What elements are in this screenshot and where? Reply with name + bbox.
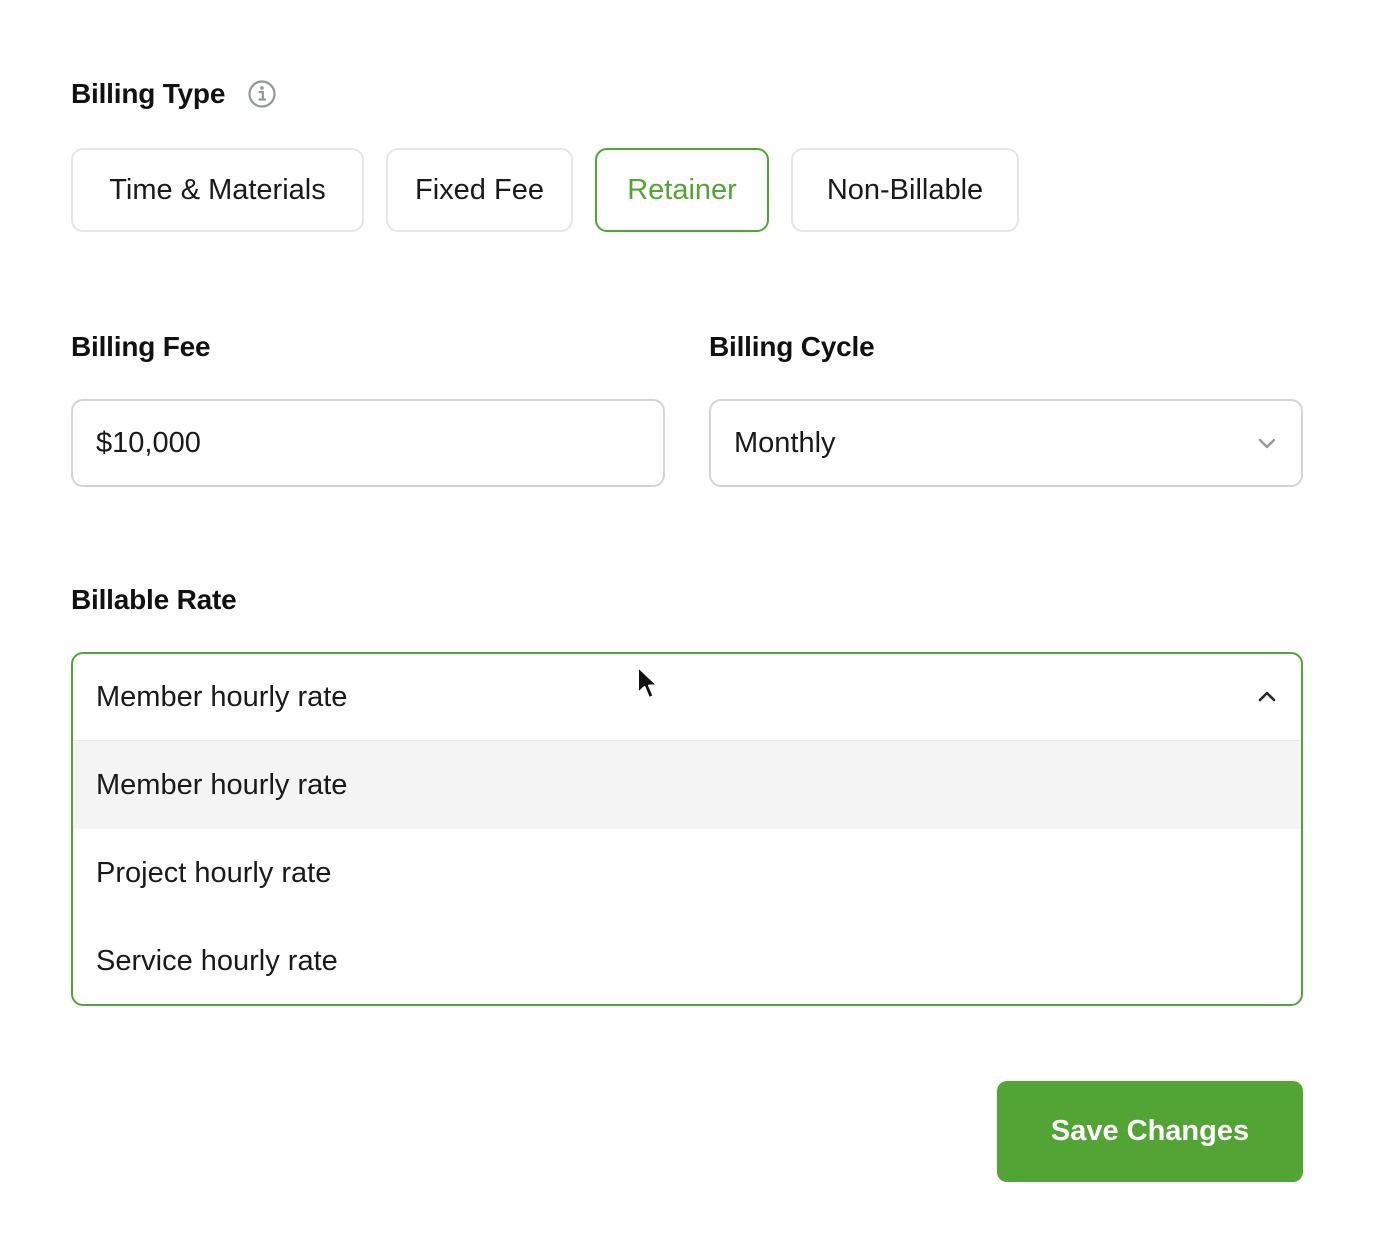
billing-fee-value: $10,000 xyxy=(96,426,201,459)
billing-cycle-value: Monthly xyxy=(734,426,836,459)
billing-cycle-label: Billing Cycle xyxy=(709,331,875,362)
save-changes-button[interactable]: Save Changes xyxy=(997,1081,1303,1182)
option-label: Project hourly rate xyxy=(96,856,332,889)
billing-type-non-billable-button[interactable]: Non-Billable xyxy=(791,148,1019,232)
option-label: Member hourly rate xyxy=(96,768,348,801)
billing-fee-label: Billing Fee xyxy=(71,331,211,362)
option-label: Service hourly rate xyxy=(96,944,338,977)
billing-fee-input[interactable]: $10,000 xyxy=(71,399,665,487)
billing-type-fixed-fee-button[interactable]: Fixed Fee xyxy=(386,148,573,232)
billable-rate-dropdown: Member hourly rate Member hourly rate Pr… xyxy=(71,652,1303,1006)
billable-rate-selected-value: Member hourly rate xyxy=(96,680,348,713)
billable-rate-select[interactable]: Member hourly rate xyxy=(73,654,1301,741)
billable-rate-option-project[interactable]: Project hourly rate xyxy=(73,829,1301,917)
chevron-down-icon xyxy=(1258,438,1276,449)
billing-type-time-materials-button[interactable]: Time & Materials xyxy=(71,148,364,232)
info-icon[interactable] xyxy=(247,79,277,109)
billing-type-retainer-button[interactable]: Retainer xyxy=(595,148,769,232)
billing-type-label: Billing Type xyxy=(71,78,226,109)
chevron-up-icon xyxy=(1258,691,1276,702)
billing-cycle-select[interactable]: Monthly xyxy=(709,399,1303,487)
billable-rate-label: Billable Rate xyxy=(71,584,237,615)
billable-rate-option-service[interactable]: Service hourly rate xyxy=(73,917,1301,1004)
billable-rate-option-member[interactable]: Member hourly rate xyxy=(73,741,1301,829)
mouse-cursor-icon xyxy=(637,666,659,699)
